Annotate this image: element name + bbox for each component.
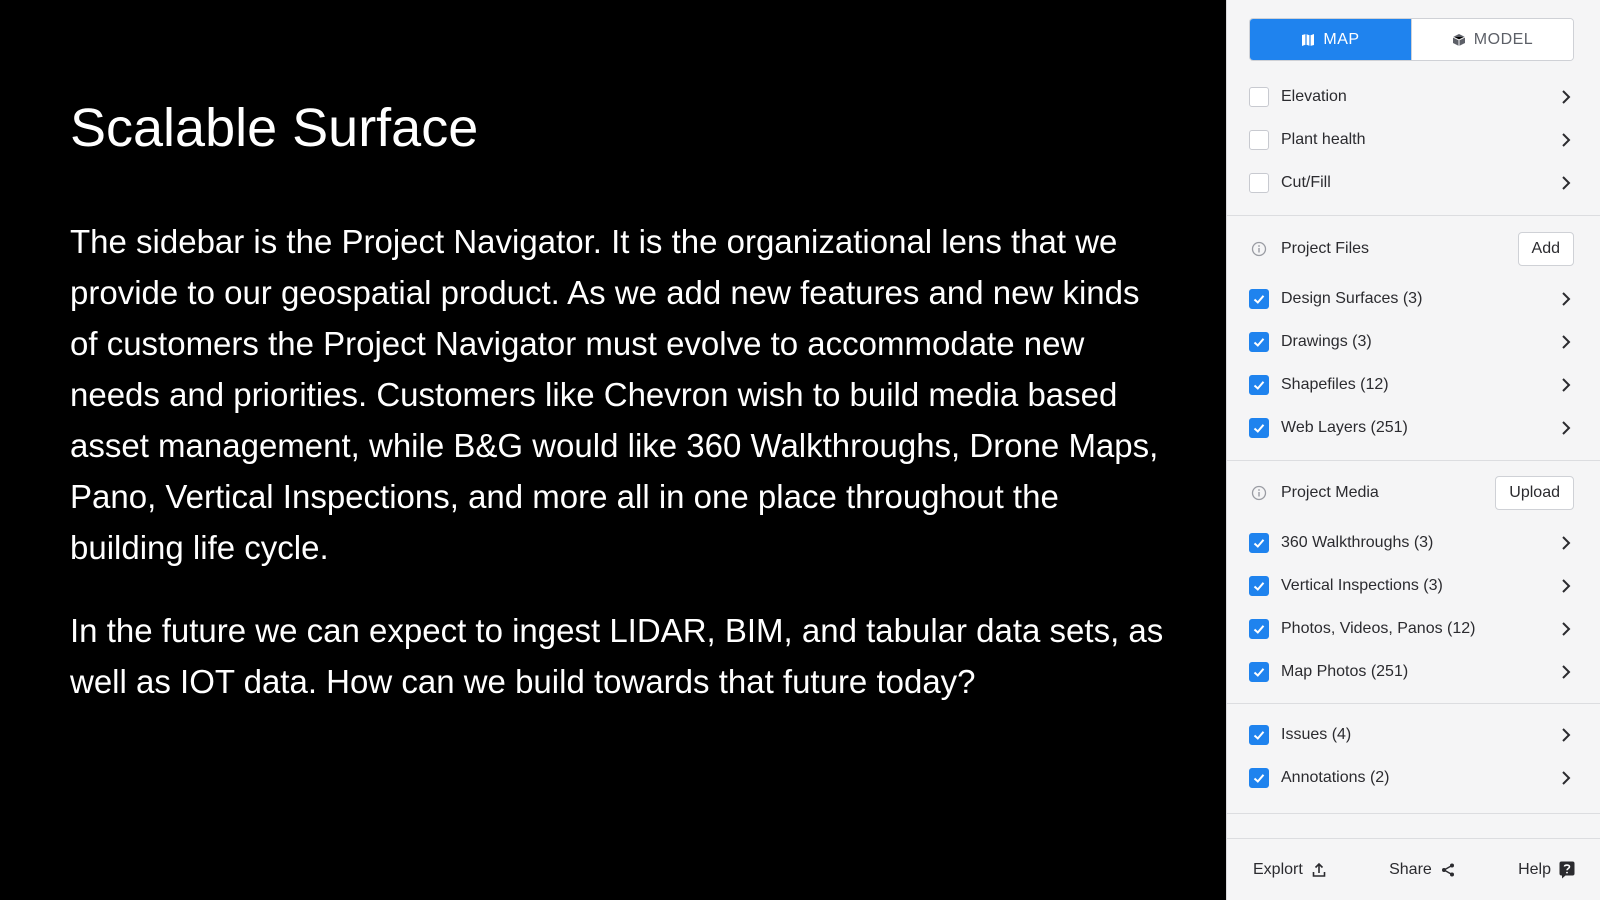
checkbox[interactable] xyxy=(1249,332,1269,352)
check-icon xyxy=(1253,424,1265,433)
media-row-photos-videos-panos[interactable]: Photos, Videos, Panos (12) xyxy=(1249,614,1574,644)
info-icon[interactable] xyxy=(1249,483,1269,503)
share-label: Share xyxy=(1389,860,1432,878)
check-icon xyxy=(1253,338,1265,347)
upload-media-button[interactable]: Upload xyxy=(1495,476,1574,510)
layer-row-plant-health[interactable]: Plant health xyxy=(1249,125,1574,155)
checkbox[interactable] xyxy=(1249,768,1269,788)
checkbox[interactable] xyxy=(1249,375,1269,395)
cube-icon xyxy=(1452,33,1466,47)
share-icon xyxy=(1441,863,1454,876)
row-label: Photos, Videos, Panos (12) xyxy=(1281,620,1476,637)
check-icon xyxy=(1253,295,1265,304)
file-row-design-surfaces[interactable]: Design Surfaces (3) xyxy=(1249,284,1574,314)
row-label: 360 Walkthroughs (3) xyxy=(1281,534,1434,551)
map-icon xyxy=(1301,33,1315,47)
row-label: Cut/Fill xyxy=(1281,174,1331,191)
media-row-map-photos[interactable]: Map Photos (251) xyxy=(1249,657,1574,687)
export-button[interactable]: Explort xyxy=(1253,861,1327,879)
layer-row-elevation[interactable]: Elevation xyxy=(1249,82,1574,112)
file-row-drawings[interactable]: Drawings (3) xyxy=(1249,327,1574,357)
check-icon xyxy=(1253,582,1265,591)
help-label: Help xyxy=(1518,860,1551,878)
chevron-right-icon[interactable] xyxy=(1558,727,1574,743)
slide-title: Scalable Surface xyxy=(70,98,479,158)
chevron-right-icon[interactable] xyxy=(1558,420,1574,436)
divider xyxy=(1227,215,1600,216)
check-icon xyxy=(1253,668,1265,677)
chevron-right-icon[interactable] xyxy=(1558,334,1574,350)
help-icon xyxy=(1559,861,1575,878)
slide-body: The sidebar is the Project Navigator. It… xyxy=(70,216,1170,739)
row-label: Design Surfaces (3) xyxy=(1281,290,1423,307)
file-row-shapefiles[interactable]: Shapefiles (12) xyxy=(1249,370,1574,400)
checkbox[interactable] xyxy=(1249,576,1269,596)
project-media-title: Project Media xyxy=(1281,484,1379,501)
chevron-right-icon[interactable] xyxy=(1558,291,1574,307)
row-label: Map Photos (251) xyxy=(1281,663,1409,680)
row-issues[interactable]: Issues (4) xyxy=(1249,720,1574,750)
model-tab[interactable]: MODEL xyxy=(1411,19,1573,60)
chevron-right-icon[interactable] xyxy=(1558,621,1574,637)
slide-paragraph: The sidebar is the Project Navigator. It… xyxy=(70,223,1159,566)
map-tab[interactable]: MAP xyxy=(1250,19,1411,60)
chevron-right-icon[interactable] xyxy=(1558,377,1574,393)
checkbox[interactable] xyxy=(1249,725,1269,745)
chevron-right-icon[interactable] xyxy=(1558,770,1574,786)
share-button[interactable]: Share xyxy=(1389,861,1456,879)
media-row-360-walkthroughs[interactable]: 360 Walkthroughs (3) xyxy=(1249,528,1574,558)
checkbox[interactable] xyxy=(1249,533,1269,553)
project-files-header: Project Files Add xyxy=(1249,232,1574,266)
chevron-right-icon[interactable] xyxy=(1558,175,1574,191)
row-label: Annotations (2) xyxy=(1281,769,1390,786)
map-tab-label: MAP xyxy=(1323,30,1360,48)
upload-icon xyxy=(1312,862,1326,877)
row-label: Elevation xyxy=(1281,88,1347,105)
checkbox[interactable] xyxy=(1249,662,1269,682)
row-label: Plant health xyxy=(1281,131,1366,148)
info-icon[interactable] xyxy=(1249,239,1269,259)
checkbox[interactable] xyxy=(1249,173,1269,193)
file-row-web-layers[interactable]: Web Layers (251) xyxy=(1249,413,1574,443)
check-icon xyxy=(1253,381,1265,390)
slide-content: Scalable Surface The sidebar is the Proj… xyxy=(0,0,1226,900)
slide-paragraph: In the future we can expect to ingest LI… xyxy=(70,612,1164,700)
row-label: Web Layers (251) xyxy=(1281,419,1408,436)
check-icon xyxy=(1253,625,1265,634)
row-label: Shapefiles (12) xyxy=(1281,376,1389,393)
check-icon xyxy=(1253,774,1265,783)
chevron-right-icon[interactable] xyxy=(1558,132,1574,148)
add-files-button[interactable]: Add xyxy=(1517,232,1574,266)
checkbox[interactable] xyxy=(1249,289,1269,309)
row-label: Issues (4) xyxy=(1281,726,1352,743)
chevron-right-icon[interactable] xyxy=(1558,535,1574,551)
row-label: Vertical Inspections (3) xyxy=(1281,577,1443,594)
layer-row-cut-fill[interactable]: Cut/Fill xyxy=(1249,168,1574,198)
row-label: Drawings (3) xyxy=(1281,333,1372,350)
help-button[interactable]: Help xyxy=(1518,861,1575,879)
row-annotations[interactable]: Annotations (2) xyxy=(1249,763,1574,793)
chevron-right-icon[interactable] xyxy=(1558,89,1574,105)
model-tab-label: MODEL xyxy=(1473,30,1534,48)
checkbox[interactable] xyxy=(1249,87,1269,107)
checkbox[interactable] xyxy=(1249,418,1269,438)
project-files-title: Project Files xyxy=(1281,240,1370,257)
divider xyxy=(1227,813,1600,814)
check-icon xyxy=(1253,539,1265,548)
project-navigator: MAP MODEL Elevation Plant health Cut/Fil… xyxy=(1226,0,1600,900)
chevron-right-icon[interactable] xyxy=(1558,578,1574,594)
checkbox[interactable] xyxy=(1249,619,1269,639)
project-media-header: Project Media Upload xyxy=(1249,476,1574,510)
panel-footer: Explort Share Help xyxy=(1227,838,1600,900)
chevron-right-icon[interactable] xyxy=(1558,664,1574,680)
divider xyxy=(1227,703,1600,704)
divider xyxy=(1227,460,1600,461)
export-label: Explort xyxy=(1253,860,1303,878)
check-icon xyxy=(1253,731,1265,740)
media-row-vertical-inspections[interactable]: Vertical Inspections (3) xyxy=(1249,571,1574,601)
view-toggle: MAP MODEL xyxy=(1249,18,1574,61)
checkbox[interactable] xyxy=(1249,130,1269,150)
